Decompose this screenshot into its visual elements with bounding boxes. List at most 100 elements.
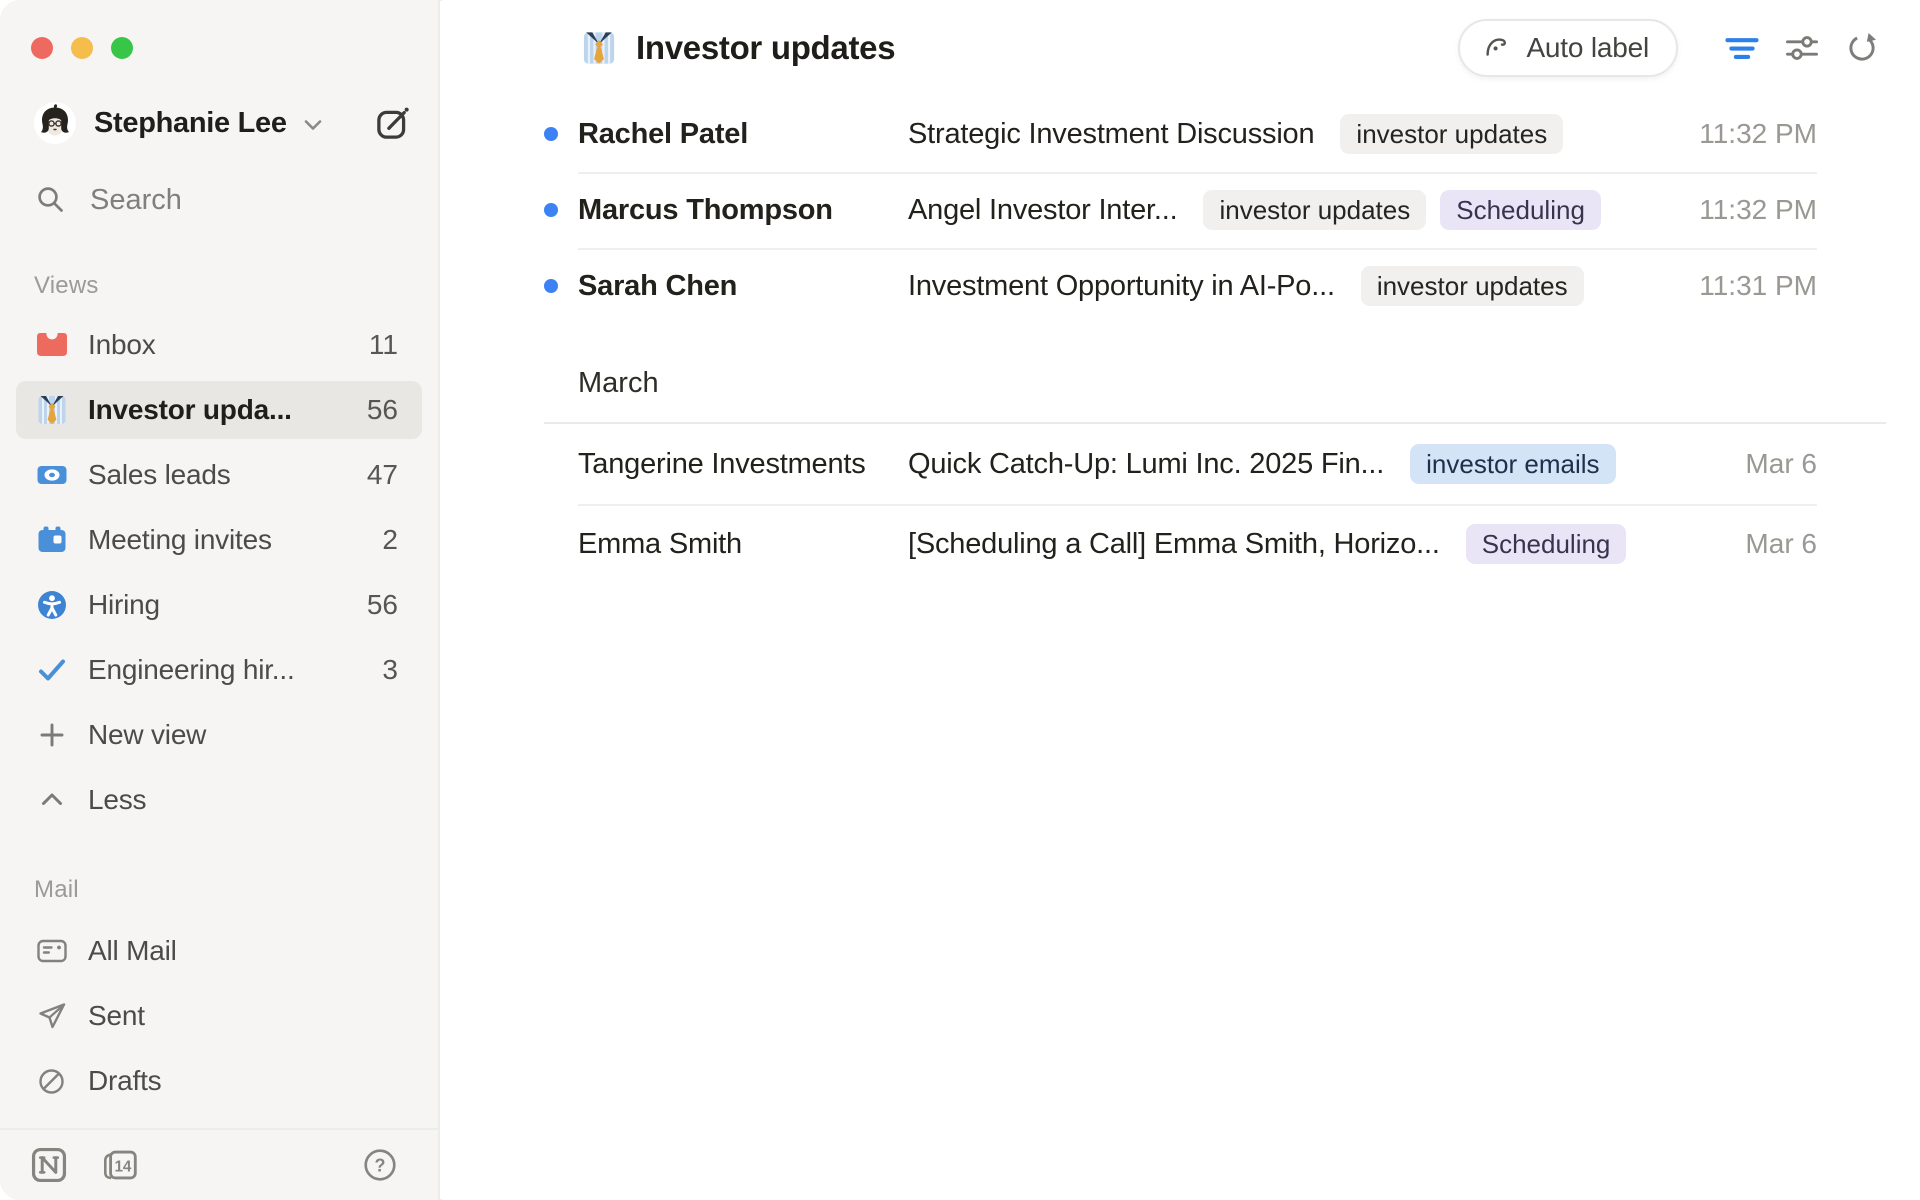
notion-calendar-icon[interactable]: 14 — [100, 1145, 140, 1185]
sidebar-item-engineering-hiring[interactable]: Engineering hir... 3 — [16, 641, 422, 699]
email-row[interactable]: Emma Smith [Scheduling a Call] Emma Smit… — [442, 504, 1920, 584]
accessibility-icon — [35, 588, 69, 622]
email-subject: Strategic Investment Discussion — [908, 118, 1314, 151]
less-label: Less — [88, 784, 146, 816]
mail-section-label: Mail — [34, 876, 79, 904]
sidebar-item-label: Sales leads — [88, 459, 231, 491]
view-count: 2 — [382, 524, 398, 556]
chevron-up-icon — [35, 783, 69, 817]
views-section-label: Views — [34, 272, 99, 300]
user-name: Stephanie Lee — [94, 107, 287, 140]
display-settings-button[interactable] — [1780, 26, 1824, 70]
checkmark-icon — [35, 653, 69, 687]
sidebar-item-hiring[interactable]: Hiring 56 — [16, 576, 422, 634]
auto-label-button[interactable]: Auto label — [1458, 19, 1678, 77]
avatar — [34, 102, 76, 144]
banknote-icon — [35, 458, 69, 492]
email-time: 11:32 PM — [1679, 118, 1817, 150]
unread-dot — [544, 127, 558, 141]
email-subject: Investment Opportunity in AI-Po... — [908, 270, 1335, 303]
email-subject: [Scheduling a Call] Emma Smith, Horizo..… — [908, 528, 1440, 561]
sidebar-item-sent[interactable]: Sent — [16, 987, 422, 1045]
auto-label-label: Auto label — [1526, 32, 1649, 64]
account-switcher[interactable]: Stephanie Lee — [34, 99, 416, 147]
email-time: Mar 6 — [1725, 528, 1817, 560]
email-sender: Rachel Patel — [578, 118, 908, 151]
refresh-button[interactable] — [1840, 26, 1884, 70]
unread-dot — [544, 279, 558, 293]
svg-text:14: 14 — [114, 1158, 131, 1175]
new-view-button[interactable]: New view — [16, 706, 422, 764]
sidebar-item-label: Drafts — [88, 1065, 161, 1097]
refresh-icon — [1844, 30, 1880, 66]
auto-label-wand-icon — [1481, 32, 1513, 64]
sliders-icon — [1783, 29, 1821, 67]
email-group: Tangerine Investments Quick Catch-Up: Lu… — [442, 424, 1920, 584]
search-input[interactable]: Search — [34, 183, 182, 217]
compose-button[interactable] — [370, 100, 416, 146]
label-chip[interactable]: investor updates — [1340, 114, 1563, 154]
group-name: March — [578, 367, 659, 400]
close-window-button[interactable] — [31, 37, 53, 59]
label-chip[interactable]: Scheduling — [1466, 524, 1627, 564]
sidebar-item-label: Investor upda... — [88, 394, 292, 426]
inbox-icon — [35, 328, 69, 362]
sidebar-item-label: Meeting invites — [88, 524, 272, 556]
sidebar-item-investor-updates[interactable]: Investor upda... 56 — [16, 381, 422, 439]
label-chip[interactable]: investor emails — [1410, 444, 1615, 484]
notion-logo-icon[interactable] — [28, 1144, 70, 1186]
email-subject: Quick Catch-Up: Lumi Inc. 2025 Fin... — [908, 448, 1384, 481]
sidebar-footer: 14 ? — [0, 1128, 438, 1200]
email-row[interactable]: Tangerine Investments Quick Catch-Up: Lu… — [442, 424, 1920, 504]
email-time: Mar 6 — [1725, 448, 1817, 480]
sidebar-item-inbox[interactable]: Inbox 11 — [16, 316, 422, 374]
view-count: 47 — [367, 459, 398, 491]
sidebar-item-label: All Mail — [88, 935, 177, 967]
sidebar-item-label: Sent — [88, 1000, 145, 1032]
chevron-down-icon — [301, 113, 325, 137]
help-button[interactable]: ? — [362, 1147, 398, 1183]
sidebar: Stephanie Lee Search Views — [0, 0, 440, 1200]
zoom-window-button[interactable] — [111, 37, 133, 59]
group-header: March — [442, 324, 1920, 424]
sidebar-item-meeting-invites[interactable]: Meeting invites 2 — [16, 511, 422, 569]
email-row[interactable]: Rachel Patel Strategic Investment Discus… — [442, 96, 1920, 172]
filter-icon — [1723, 29, 1761, 67]
sidebar-item-all-mail[interactable]: All Mail — [16, 922, 422, 980]
label-chip[interactable]: investor updates — [1203, 190, 1426, 230]
email-list: Rachel Patel Strategic Investment Discus… — [442, 96, 1920, 584]
view-count: 56 — [367, 589, 398, 621]
sidebar-item-sales-leads[interactable]: Sales leads 47 — [16, 446, 422, 504]
filter-button[interactable] — [1720, 26, 1764, 70]
email-sender: Marcus Thompson — [578, 194, 908, 227]
view-count: 56 — [367, 394, 398, 426]
email-row[interactable]: Marcus Thompson Angel Investor Inter... … — [442, 172, 1920, 248]
email-sender: Emma Smith — [578, 528, 908, 561]
label-chip[interactable]: investor updates — [1361, 266, 1584, 306]
minimize-window-button[interactable] — [71, 37, 93, 59]
search-placeholder: Search — [90, 184, 182, 217]
necktie-icon — [580, 29, 618, 67]
view-count: 11 — [369, 329, 398, 361]
email-time: 11:32 PM — [1679, 194, 1817, 226]
email-row[interactable]: Sarah Chen Investment Opportunity in AI-… — [442, 248, 1920, 324]
views-nav: Inbox 11 Investor upda... 56 — [16, 316, 422, 836]
necktie-icon — [35, 393, 69, 427]
email-time: 11:31 PM — [1679, 270, 1817, 302]
label-chip[interactable]: Scheduling — [1440, 190, 1601, 230]
sidebar-item-label: Hiring — [88, 589, 160, 621]
sidebar-item-label: Engineering hir... — [88, 654, 295, 686]
calendar-icon — [35, 523, 69, 557]
unread-dot — [544, 203, 558, 217]
all-mail-icon — [35, 934, 69, 968]
question-icon: ? — [362, 1147, 398, 1183]
sidebar-item-drafts[interactable]: Drafts — [16, 1052, 422, 1110]
view-count: 3 — [382, 654, 398, 686]
header-controls: Auto label — [1458, 19, 1884, 77]
sidebar-item-label: Inbox — [88, 329, 156, 361]
window-controls — [31, 37, 133, 59]
less-button[interactable]: Less — [16, 771, 422, 829]
mail-nav: All Mail Sent Drafts — [16, 922, 422, 1117]
app-window: Stephanie Lee Search Views — [0, 0, 1920, 1200]
plus-icon — [35, 718, 69, 752]
